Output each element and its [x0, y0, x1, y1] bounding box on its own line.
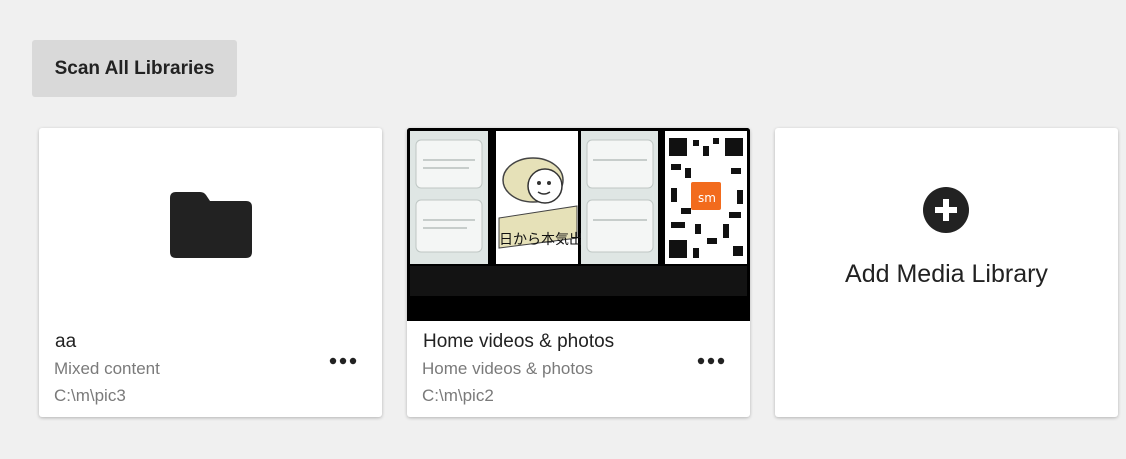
- library-path: C:\m\pic3: [54, 386, 126, 405]
- library-content-type: Home videos & photos: [422, 359, 594, 378]
- library-thumbnail[interactable]: [39, 128, 382, 321]
- more-options-button[interactable]: [694, 350, 728, 372]
- library-path: C:\m\pic2: [422, 386, 494, 405]
- library-title: aa: [55, 331, 77, 352]
- more-horizontal-icon: [697, 357, 725, 365]
- thumbnail-badge-text: sm: [698, 191, 716, 205]
- library-card-home-videos[interactable]: 日から本気出 sm Home videos & photos Home vide…: [407, 128, 750, 417]
- thumbnail-caption: 日から本気出: [499, 232, 583, 248]
- more-horizontal-icon: [329, 357, 357, 365]
- library-collage-image: 日から本気出 sm: [407, 128, 750, 321]
- library-title: Home videos & photos: [423, 331, 615, 352]
- folder-icon: [170, 192, 252, 258]
- scan-all-libraries-button[interactable]: Scan All Libraries: [32, 40, 237, 97]
- add-media-library-card[interactable]: Add Media Library: [775, 128, 1118, 417]
- library-content-type: Mixed content: [54, 359, 160, 378]
- plus-circle-icon: [923, 187, 969, 233]
- library-card-aa[interactable]: aa Mixed content C:\m\pic3: [39, 128, 382, 417]
- add-media-library-label: Add Media Library: [845, 260, 1048, 288]
- more-options-button[interactable]: [326, 350, 360, 372]
- library-thumbnail[interactable]: 日から本気出 sm: [407, 128, 750, 321]
